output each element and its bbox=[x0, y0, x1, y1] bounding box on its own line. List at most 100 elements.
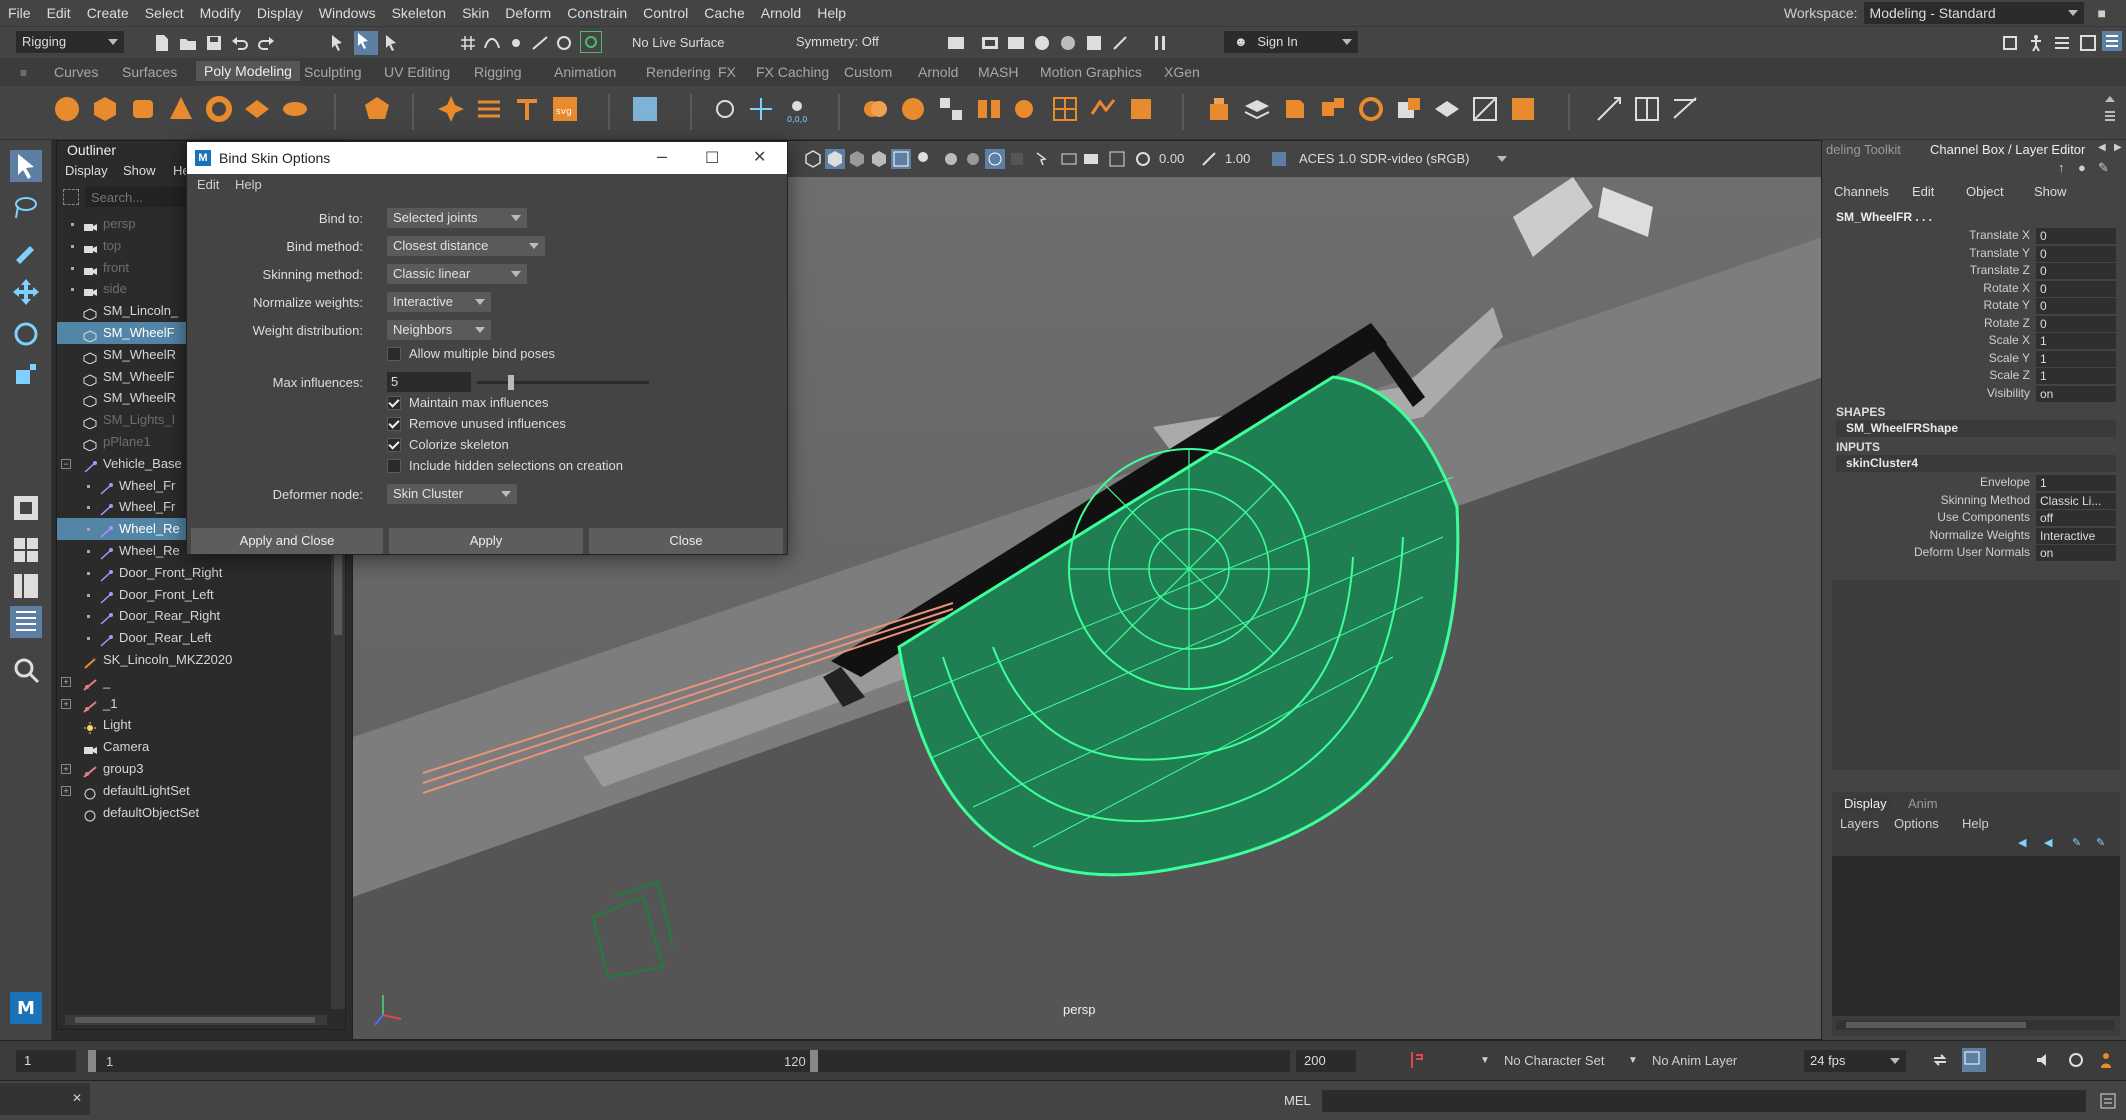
input-attr-skinning-method[interactable]: Skinning Method Classic Li... bbox=[1832, 492, 2122, 510]
collapse-icon[interactable] bbox=[1432, 94, 1462, 124]
attr-value[interactable]: Interactive bbox=[2036, 527, 2116, 544]
pivot-tool-icon[interactable]: 0,0,0 bbox=[782, 94, 812, 124]
anim-layer-caret-icon[interactable]: ▼ bbox=[1628, 1055, 1638, 1066]
poly-torus-icon[interactable] bbox=[204, 94, 234, 124]
attr-value[interactable]: 0 bbox=[2036, 245, 2116, 262]
bevel-icon[interactable] bbox=[1280, 94, 1310, 124]
shelf-tab-uv-editing[interactable]: UV Editing bbox=[384, 64, 450, 80]
attr-translate-y[interactable]: Translate Y 0 bbox=[1832, 245, 2122, 263]
type-tool-icon[interactable] bbox=[512, 94, 542, 124]
attr-rotate-y[interactable]: Rotate Y 0 bbox=[1832, 298, 2122, 315]
locator-tool-icon[interactable] bbox=[746, 94, 776, 124]
outliner-item[interactable]: + defaultLightSet bbox=[57, 780, 347, 802]
expand-icon[interactable]: + bbox=[61, 698, 71, 709]
menu-create[interactable]: Create bbox=[79, 0, 137, 26]
ambient-occlusion-icon[interactable] bbox=[963, 149, 983, 169]
shelf-tab-fx[interactable]: FX bbox=[718, 64, 736, 80]
remove-unused-influences-checkbox[interactable] bbox=[387, 417, 401, 431]
auto-key-icon[interactable] bbox=[1406, 1050, 1426, 1070]
snap-surface-icon[interactable] bbox=[554, 33, 574, 53]
gamma-icon[interactable] bbox=[1199, 149, 1219, 169]
deformer-node-dropdown[interactable]: Skin Cluster bbox=[387, 484, 517, 504]
poly-platonic-icon[interactable] bbox=[362, 94, 392, 124]
menu-modify[interactable]: Modify bbox=[192, 0, 249, 26]
close-dialog-icon[interactable]: ✕ bbox=[753, 147, 766, 167]
extrude-icon[interactable] bbox=[1204, 94, 1234, 124]
max-influences-slider[interactable] bbox=[477, 375, 649, 390]
maintain-max-influences-checkbox[interactable] bbox=[387, 396, 401, 410]
channel-box-icon[interactable] bbox=[2102, 31, 2122, 51]
shape-name[interactable]: SM_WheelFRShape bbox=[1836, 420, 2116, 437]
end-frame-field[interactable]: 200 bbox=[1296, 1050, 1356, 1072]
layer-tab-display[interactable]: Display bbox=[1840, 796, 1891, 811]
character-set-label[interactable]: No Character Set bbox=[1504, 1053, 1604, 1068]
menu-control[interactable]: Control bbox=[635, 0, 696, 26]
field-chart-icon[interactable] bbox=[1107, 149, 1127, 169]
gamma-value[interactable]: 1.00 bbox=[1225, 151, 1250, 166]
arnold-ipr-icon[interactable] bbox=[1110, 33, 1130, 53]
textured-icon[interactable] bbox=[869, 149, 889, 169]
shelf-tab-fx-caching[interactable]: FX Caching bbox=[756, 64, 829, 80]
collapse-icon[interactable]: − bbox=[61, 458, 71, 469]
wireframe-on-shaded-icon[interactable] bbox=[847, 149, 867, 169]
cb-menu-edit[interactable]: Edit bbox=[1912, 184, 1934, 199]
retopologize-icon[interactable] bbox=[1126, 94, 1156, 124]
depth-of-field-icon[interactable] bbox=[1007, 149, 1027, 169]
target-weld-icon[interactable] bbox=[1508, 94, 1538, 124]
snap-point-icon[interactable] bbox=[506, 33, 526, 53]
color-management-icon[interactable] bbox=[1269, 149, 1289, 169]
edit-edge-flow-icon[interactable] bbox=[1594, 94, 1624, 124]
menu-arnold[interactable]: Arnold bbox=[753, 0, 809, 26]
outliner-item[interactable]: Light bbox=[57, 714, 347, 736]
bridge-icon[interactable] bbox=[1242, 94, 1272, 124]
four-view-layout-icon[interactable] bbox=[10, 534, 42, 566]
scale-tool-icon[interactable] bbox=[10, 360, 42, 392]
attr-value[interactable]: 1 bbox=[2036, 333, 2116, 349]
select-component-icon[interactable] bbox=[382, 33, 402, 53]
tab-modeling-toolkit[interactable]: deling Toolkit bbox=[1826, 142, 1901, 157]
script-editor-icon[interactable] bbox=[2098, 1091, 2118, 1111]
poly-cube-icon[interactable] bbox=[90, 94, 120, 124]
expand-icon[interactable]: + bbox=[61, 676, 71, 687]
loop-icon[interactable] bbox=[1930, 1050, 1950, 1070]
attr-translate-x[interactable]: Translate X 0 bbox=[1832, 228, 2122, 245]
tab-scroll-left-icon[interactable]: ◀ bbox=[2098, 142, 2106, 153]
lights-icon[interactable] bbox=[913, 149, 933, 169]
search-icon[interactable] bbox=[10, 654, 42, 686]
expand-icon[interactable]: + bbox=[61, 785, 71, 796]
close-button[interactable]: Close bbox=[589, 528, 783, 554]
wireframe-icon[interactable] bbox=[803, 149, 823, 169]
sign-in-dropdown[interactable]: ☻ Sign In bbox=[1224, 31, 1358, 53]
select-hierarchy-icon[interactable] bbox=[328, 33, 348, 53]
expand-icon[interactable]: + bbox=[61, 764, 71, 774]
cache-playback-icon[interactable] bbox=[1962, 1048, 1986, 1072]
poly-plane-icon[interactable] bbox=[242, 94, 272, 124]
input-attr-normalize-weights[interactable]: Normalize Weights Interactive bbox=[1832, 527, 2122, 545]
outliner-item[interactable]: + _ bbox=[57, 671, 347, 693]
menu-skeleton[interactable]: Skeleton bbox=[384, 0, 454, 26]
shelf-tab-surfaces[interactable]: Surfaces bbox=[122, 64, 177, 80]
max-influences-slider-handle[interactable] bbox=[507, 375, 514, 390]
outliner-layout-icon[interactable] bbox=[10, 606, 42, 638]
menu-file[interactable]: File bbox=[0, 0, 39, 26]
outliner-item[interactable]: defaultObjectSet bbox=[57, 802, 347, 824]
shelf-tab-sculpting[interactable]: Sculpting bbox=[304, 64, 362, 80]
key-icon[interactable]: ↑ bbox=[2058, 160, 2065, 175]
offset-edge-loop-icon[interactable] bbox=[1670, 94, 1700, 124]
separate-icon[interactable] bbox=[898, 94, 928, 124]
tab-scroll-right-icon[interactable]: ▶ bbox=[2114, 142, 2122, 153]
poly-cone-icon[interactable] bbox=[166, 94, 196, 124]
workspace-dropdown[interactable]: Modeling - Standard bbox=[1863, 2, 2084, 24]
lasso-tool-icon[interactable] bbox=[10, 192, 42, 224]
skinning-method-dropdown[interactable]: Classic linear bbox=[387, 264, 527, 284]
input-attr-deform-user-normals[interactable]: Deform User Normals on bbox=[1832, 545, 2122, 562]
mash-network-icon[interactable] bbox=[630, 94, 660, 124]
outliner-item[interactable]: Door_Front_Right bbox=[57, 562, 347, 584]
snap-view-icon[interactable] bbox=[530, 33, 550, 53]
include-hidden-selections-checkbox[interactable] bbox=[387, 459, 401, 473]
symmetry-dropdown[interactable]: Symmetry: Off bbox=[790, 31, 906, 53]
exposure-value[interactable]: 0.00 bbox=[1159, 151, 1184, 166]
shelf-tab-animation[interactable]: Animation bbox=[554, 64, 616, 80]
attr-value[interactable]: on bbox=[2036, 385, 2116, 402]
outliner-item[interactable]: Door_Front_Left bbox=[57, 584, 347, 606]
